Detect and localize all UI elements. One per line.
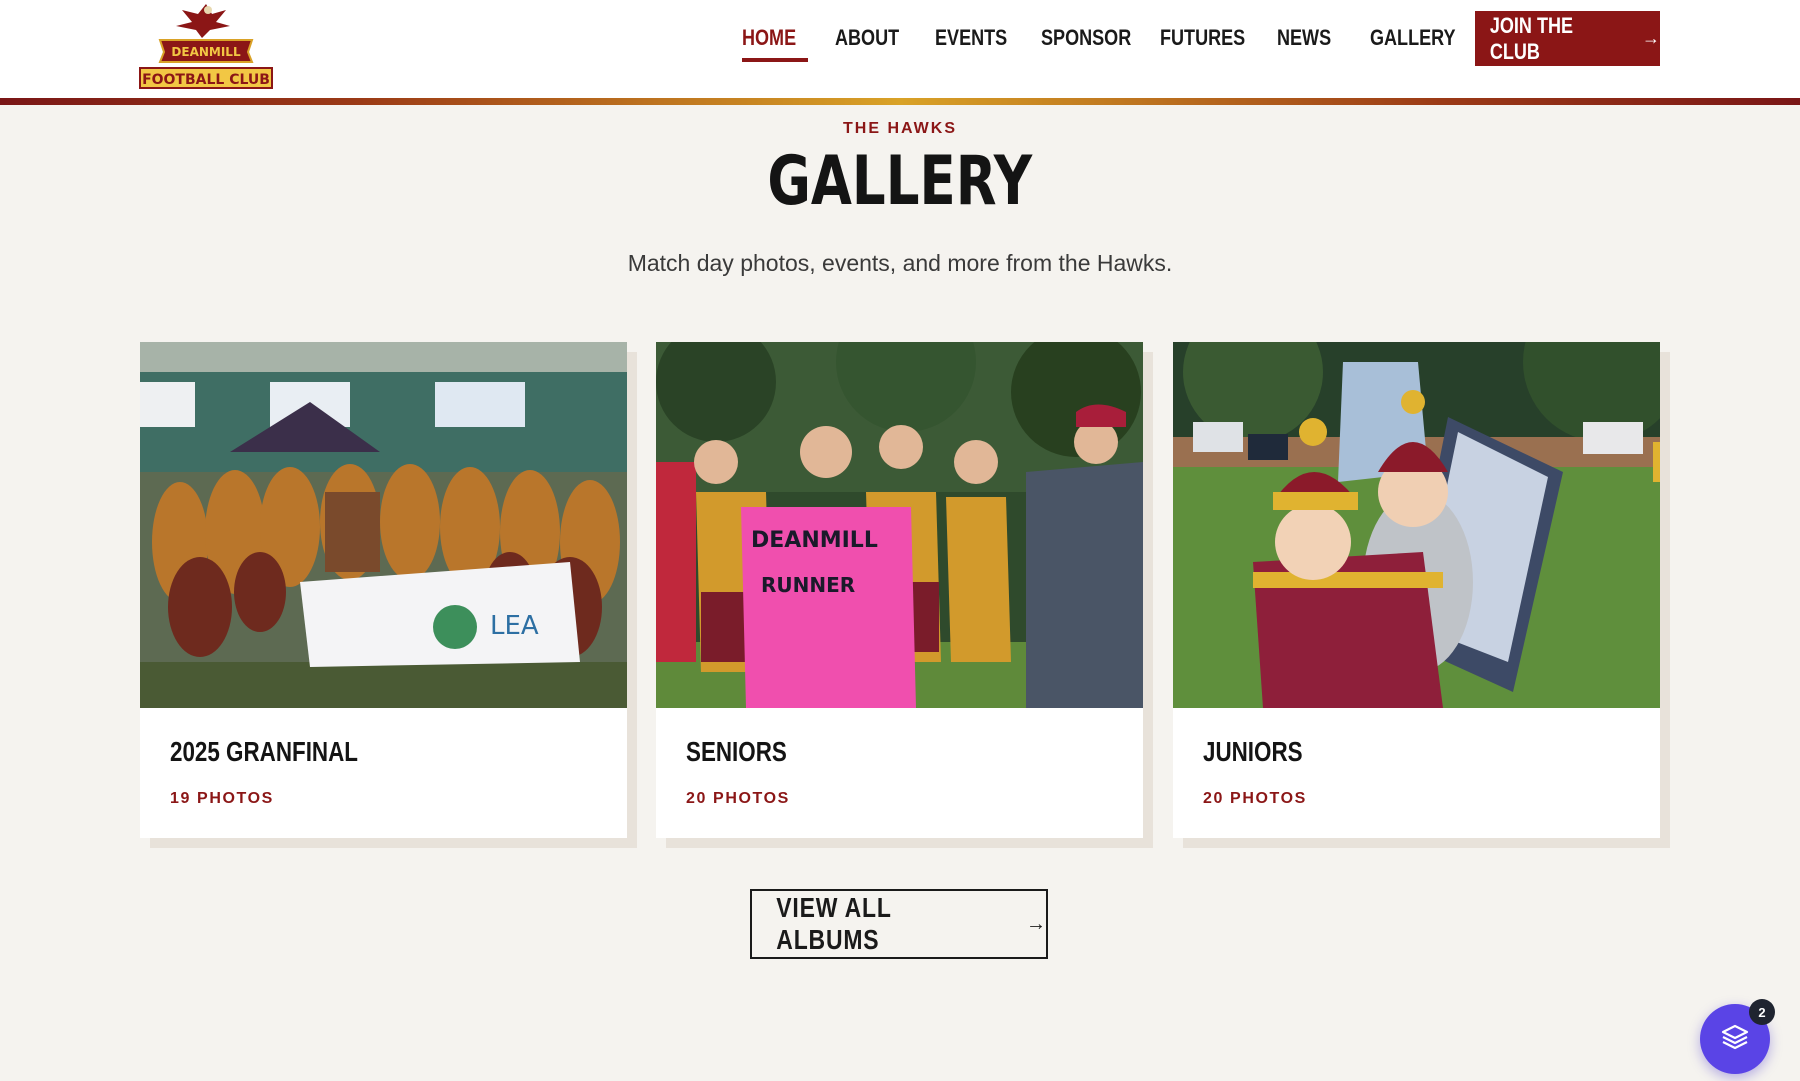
album-photo: DEANMILL RUNNER: [656, 342, 1143, 708]
header-accent-stripe: [0, 98, 1800, 105]
svg-text:RUNNER: RUNNER: [761, 573, 855, 597]
view-all-label: VIEW ALL ALBUMS: [776, 892, 892, 955]
album-photo-count: 20 PHOTOS: [686, 790, 790, 807]
album-card-granfinal[interactable]: LEA 2025 GRANFINAL 19 PHOTOS: [140, 342, 627, 838]
album-title: SENIORS: [686, 736, 787, 767]
album-title: 2025 GRANFINAL: [170, 736, 358, 767]
album-photo-count: 19 PHOTOS: [170, 790, 274, 807]
album-title: JUNIORS: [1203, 736, 1303, 767]
join-button-label: JOIN THE CLUB: [1489, 12, 1574, 64]
album-card-seniors[interactable]: DEANMILL RUNNER SENIORS 20 PHOTOS: [656, 342, 1143, 838]
section-subtitle: Match day photos, events, and more from …: [627, 250, 1173, 276]
album-photo-count: 20 PHOTOS: [1203, 790, 1307, 807]
album-card-juniors[interactable]: JUNIORS 20 PHOTOS: [1173, 342, 1660, 838]
svg-text:DEANMILL: DEANMILL: [751, 528, 878, 553]
nav-events[interactable]: EVENTS: [935, 20, 1023, 70]
nav-about[interactable]: ABOUT: [835, 20, 913, 70]
nav-gallery[interactable]: GALLERY: [1370, 20, 1474, 70]
notification-badge: 2: [1749, 999, 1775, 1025]
arrow-right-icon: →: [1026, 912, 1046, 935]
album-photo: [1173, 342, 1660, 708]
nav-home[interactable]: HOME: [742, 20, 808, 70]
page-title: GALLERY: [767, 142, 1033, 221]
svg-text:FOOTBALL CLUB: FOOTBALL CLUB: [142, 72, 270, 88]
arrow-right-icon: →: [1642, 28, 1660, 48]
join-the-club-button[interactable]: JOIN THE CLUB →: [1475, 11, 1660, 66]
nav-sponsor[interactable]: SPONSOR: [1041, 20, 1151, 70]
section-eyebrow: THE HAWKS: [843, 120, 957, 137]
site-header: DEANMILL FOOTBALL CLUB HOME ABOUT EVENTS…: [0, 0, 1800, 98]
nav-futures[interactable]: FUTURES: [1160, 20, 1264, 70]
svg-text:LEA: LEA: [490, 611, 539, 641]
layers-icon: [1720, 1022, 1750, 1057]
album-photo: LEA: [140, 342, 627, 708]
view-all-albums-button[interactable]: VIEW ALL ALBUMS →: [750, 889, 1048, 959]
nav-news[interactable]: NEWS: [1277, 20, 1343, 70]
